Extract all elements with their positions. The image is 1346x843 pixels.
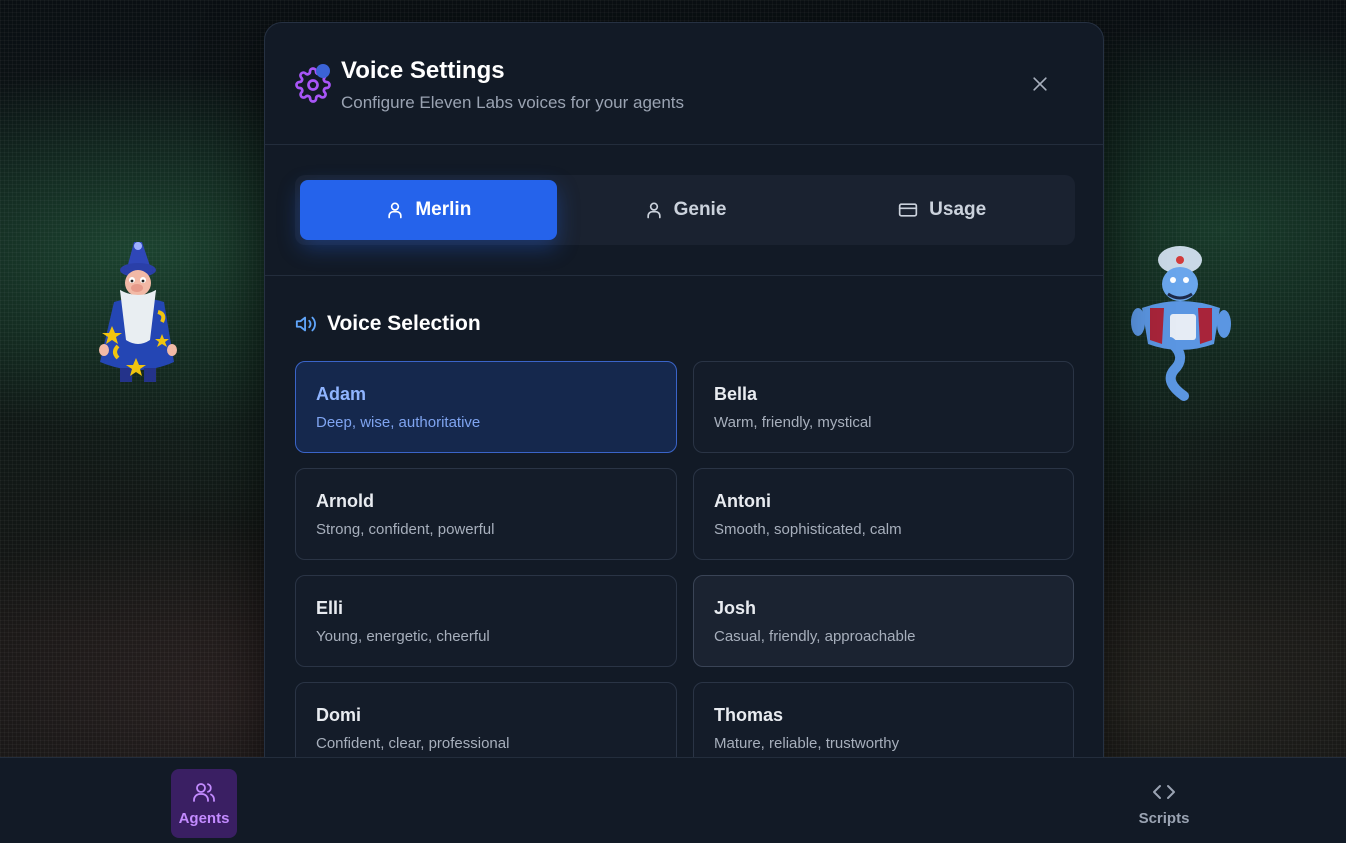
tab-label: Merlin	[415, 199, 472, 220]
nav-agents[interactable]: Agents	[171, 769, 237, 838]
modal-subtitle: Configure Eleven Labs voices for your ag…	[341, 93, 685, 112]
voice-name: Elli	[316, 598, 344, 618]
tab-usage[interactable]: Usage	[813, 180, 1070, 240]
section-title: Voice Selection	[295, 312, 481, 336]
voice-card-elli[interactable]: Elli Young, energetic, cheerful	[295, 575, 677, 667]
merlin-character[interactable]	[90, 238, 186, 394]
close-button[interactable]	[1025, 69, 1055, 99]
genie-character[interactable]	[1128, 244, 1234, 402]
credit-card-icon	[898, 203, 918, 217]
modal-header: Voice Settings Configure Eleven Labs voi…	[265, 23, 1103, 145]
modal-title: Voice Settings	[341, 57, 505, 84]
voice-name: Bella	[714, 384, 758, 404]
voice-description: Strong, confident, powerful	[316, 521, 495, 538]
voice-description: Warm, friendly, mystical	[714, 414, 872, 431]
voice-card-bella[interactable]: Bella Warm, friendly, mystical	[693, 361, 1074, 453]
tab-merlin[interactable]: Merlin	[300, 180, 557, 240]
voice-name: Adam	[316, 384, 367, 404]
voice-name: Domi	[316, 705, 361, 725]
nav-agents-label: Agents	[178, 810, 230, 827]
users-icon	[193, 783, 215, 802]
close-icon	[1033, 77, 1047, 91]
voice-card-arnold[interactable]: Arnold Strong, confident, powerful	[295, 468, 677, 560]
voice-card-antoni[interactable]: Antoni Smooth, sophisticated, calm	[693, 468, 1074, 560]
voice-description: Casual, friendly, approachable	[714, 628, 916, 645]
voice-description: Smooth, sophisticated, calm	[714, 521, 902, 538]
voice-name: Antoni	[714, 491, 771, 511]
voice-settings-modal: Voice Settings Configure Eleven Labs voi…	[264, 22, 1104, 782]
user-icon	[646, 202, 661, 219]
voice-description: Deep, wise, authoritative	[316, 414, 481, 431]
voice-description: Young, energetic, cheerful	[316, 628, 490, 645]
voice-card-adam[interactable]: Adam Deep, wise, authoritative	[295, 361, 677, 453]
voice-description: Mature, reliable, trustworthy	[714, 735, 900, 752]
bottom-nav: Agents Scripts	[0, 757, 1346, 843]
tabs-section: Merlin Genie Usage	[265, 145, 1103, 276]
nav-scripts[interactable]: Scripts	[1131, 769, 1197, 838]
tab-label: Usage	[929, 199, 987, 220]
nav-scripts-label: Scripts	[1138, 810, 1190, 827]
volume-icon	[295, 316, 316, 332]
voice-name: Arnold	[316, 491, 374, 511]
voice-description: Confident, clear, professional	[316, 735, 510, 752]
agent-tabs: Merlin Genie Usage	[295, 175, 1075, 245]
voice-name: Thomas	[714, 705, 784, 725]
section-title-label: Voice Selection	[327, 312, 481, 335]
code-icon	[1153, 785, 1175, 799]
voice-name: Josh	[714, 598, 757, 618]
tab-genie[interactable]: Genie	[557, 180, 814, 240]
user-icon	[388, 202, 403, 219]
tab-label: Genie	[673, 199, 727, 220]
status-dot	[316, 64, 330, 78]
voice-grid: Adam Deep, wise, authoritative Bella War…	[295, 361, 1074, 774]
voice-card-josh[interactable]: Josh Casual, friendly, approachable	[693, 575, 1074, 667]
